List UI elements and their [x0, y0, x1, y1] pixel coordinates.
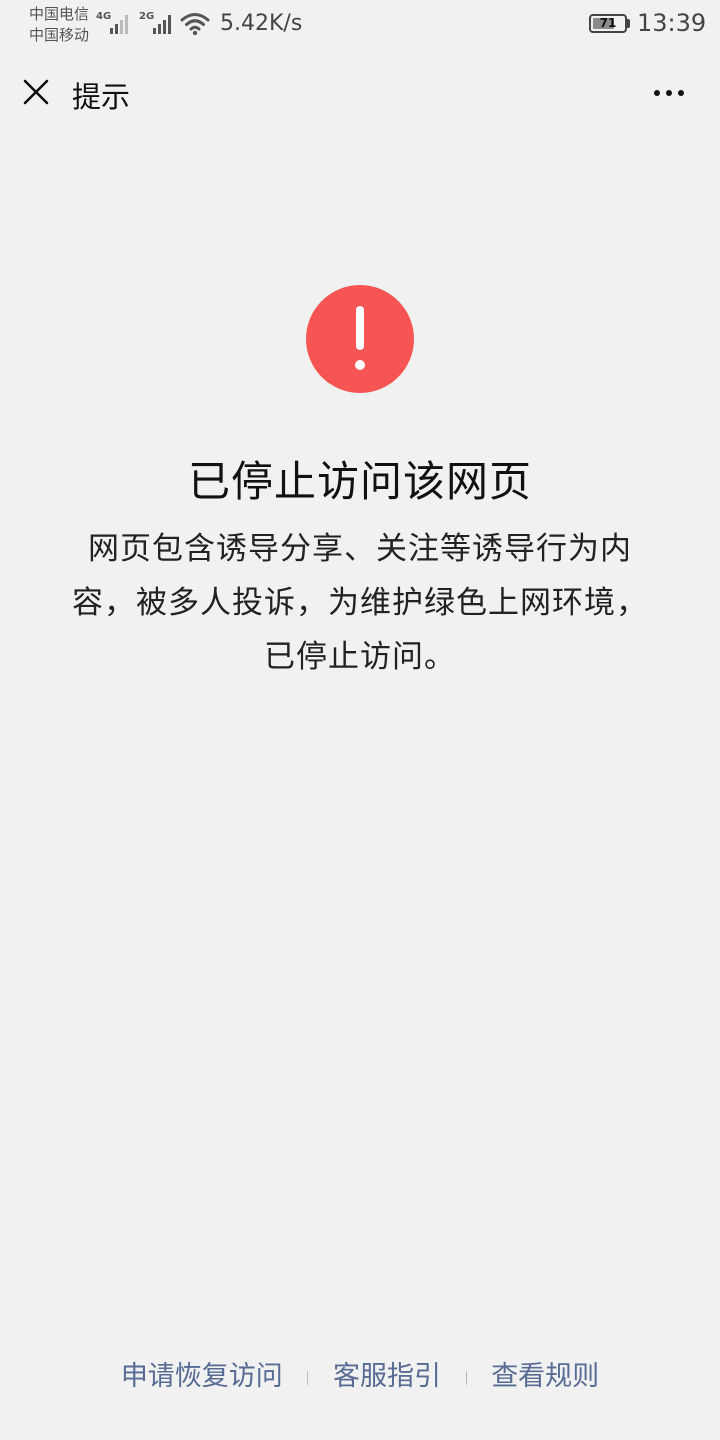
link-separator: [307, 1370, 309, 1385]
footer-links: 申请恢复访问 客服指引 查看规则: [0, 1355, 720, 1399]
more-button[interactable]: [648, 78, 690, 108]
exclamation-bar: [356, 306, 364, 350]
carrier-1: 中国电信: [29, 5, 90, 23]
carrier-2: 中国移动: [29, 26, 90, 44]
headline: 已停止访问该网页: [187, 457, 532, 506]
nav-bar: 提示: [0, 58, 720, 128]
request-restore-link[interactable]: 申请恢复访问: [121, 1361, 283, 1392]
signal-icon: [110, 15, 128, 34]
exclamation-dot: [355, 360, 365, 370]
status-bar: 中国电信 中国移动 4G 2G 5.42K/s 71 13:39: [0, 0, 720, 48]
carrier-names: 中国电信 中国移动: [29, 4, 89, 46]
close-button[interactable]: [18, 74, 54, 110]
description: 网页包含诱导分享、关注等诱导行为内容，被多人投诉，为维护绿色上网环境，已停止访问…: [72, 531, 648, 675]
page-title: 提示: [72, 80, 131, 114]
battery-tip: [627, 19, 630, 28]
battery-icon: 71: [589, 14, 627, 33]
network-speed: 5.42K/s: [220, 11, 303, 36]
link-separator: [465, 1370, 467, 1385]
view-rules-link[interactable]: 查看规则: [491, 1361, 599, 1392]
signal-icon: [153, 15, 171, 34]
battery-level: 71: [599, 16, 617, 30]
close-icon: [23, 79, 49, 105]
wifi-icon: [180, 13, 210, 36]
clock: 13:39: [637, 9, 707, 37]
more-icon: [654, 90, 684, 96]
customer-service-link[interactable]: 客服指引: [333, 1361, 441, 1392]
warning-icon: [306, 285, 414, 393]
